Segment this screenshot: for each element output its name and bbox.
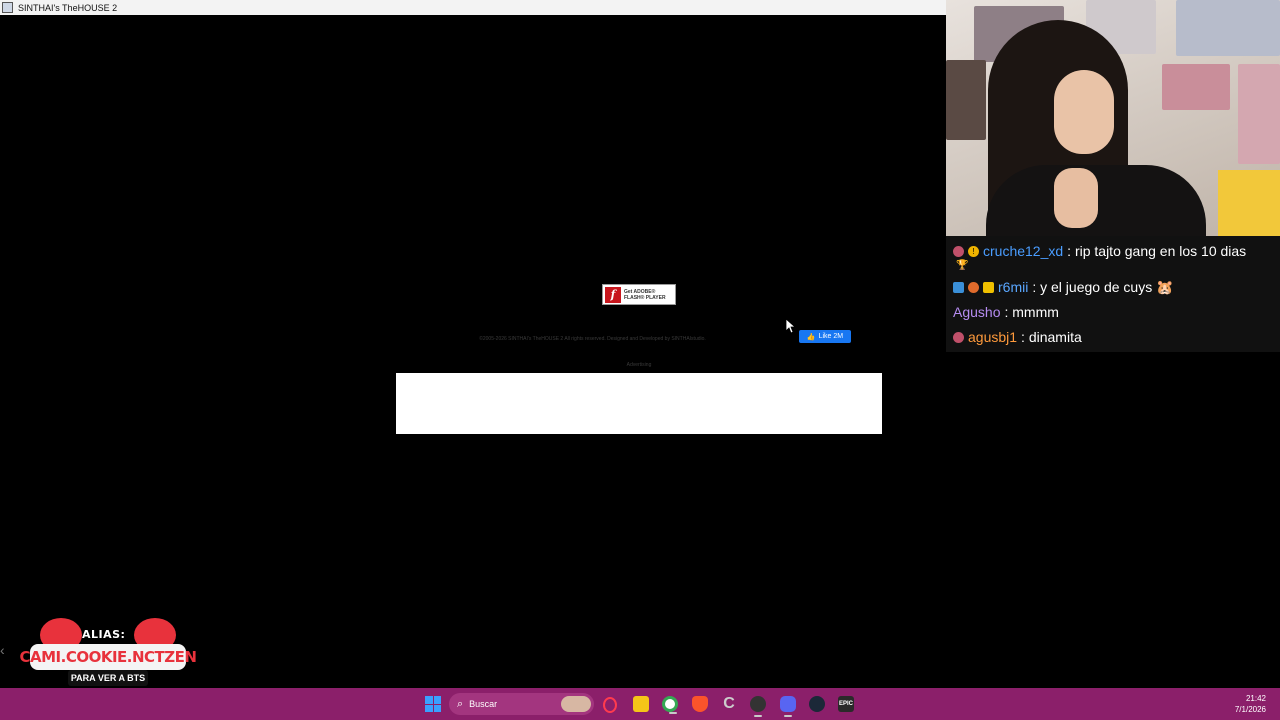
chat-message: Agusho : mmmm — [953, 303, 1280, 321]
clock-date: 7/1/2026 — [1234, 705, 1266, 714]
file-explorer-icon[interactable] — [633, 696, 649, 712]
get-flash-player-button[interactable]: f Get ADOBE® FLASH® PLAYER — [602, 284, 676, 305]
advertising-label: Advertising — [626, 362, 652, 368]
chat-username[interactable]: r6mii — [998, 278, 1028, 296]
chevron-left-icon[interactable]: ‹ — [0, 642, 12, 662]
chat-username[interactable]: Agusho — [953, 303, 1000, 321]
badge-icon — [953, 245, 964, 257]
crown-badge-icon — [983, 281, 994, 293]
search-highlight-image — [561, 696, 591, 712]
clock-time: 21:42 — [1245, 694, 1266, 703]
window-title: SINTHAI's TheHOUSE 2 — [18, 2, 118, 13]
system-clock[interactable]: 21:42 7/1/2026 — [1206, 693, 1266, 715]
webcam-feed — [946, 0, 1280, 236]
chat-text: : y el juego de cuys 🐹 — [1032, 279, 1174, 295]
badge-icon — [953, 331, 964, 343]
overlay-alias: ALIAS: — [82, 628, 126, 641]
search-label: Buscar — [469, 699, 498, 709]
chat-username[interactable]: cruche12_xd — [983, 242, 1063, 260]
brave-icon[interactable] — [692, 696, 708, 712]
facebook-like-button[interactable]: 👍 Like 2M — [799, 330, 851, 343]
chat-emote: 🏆 — [956, 260, 969, 271]
window-titlebar[interactable]: SINTHAI's TheHOUSE 2 — [0, 0, 946, 15]
wall-poster — [1176, 0, 1280, 56]
chat-username[interactable]: agusbj1 — [968, 328, 1017, 346]
stream-overlay-logo: ALIAS: CAMI.COOKIE.NCTZEN PARA VER A BTS — [20, 618, 197, 696]
chat-message: ! cruche12_xd : rip tajto gang en los 10… — [953, 242, 1280, 260]
chat-panel: ! cruche12_xd : rip tajto gang en los 10… — [946, 236, 1280, 352]
opera-icon[interactable] — [603, 697, 617, 713]
chat-text: : dinamita — [1021, 329, 1082, 345]
flash-icon: f — [605, 286, 621, 303]
overlay-subtitle: PARA VER A BTS — [68, 670, 148, 686]
ad-banner[interactable] — [396, 373, 882, 434]
chat-message: agusbj1 : dinamita — [953, 328, 1280, 346]
overlay-name: CAMI.COOKIE.NCTZEN — [19, 648, 197, 666]
fb-like-label: Like 2M — [818, 333, 844, 340]
yellow-bag — [1218, 170, 1280, 236]
prime-badge-icon — [953, 281, 964, 293]
streamer-hand — [1054, 168, 1098, 228]
search-icon: ⌕ — [457, 697, 464, 710]
thumbs-up-icon: 👍 — [806, 333, 816, 341]
chat-text: : rip tajto gang en los 10 dias — [1067, 243, 1247, 259]
wall-poster — [1162, 64, 1230, 110]
taskbar-search[interactable]: ⌕ Buscar — [449, 693, 594, 715]
windows-start-icon[interactable] — [425, 696, 441, 712]
copyright-text: ©2005-2026 SINTHAI's TheHOUSE 2 All righ… — [479, 336, 706, 342]
steam-icon[interactable] — [809, 696, 825, 712]
chrome-icon[interactable] — [662, 696, 678, 714]
flash-line2: FLASH® PLAYER — [624, 294, 666, 301]
taskbar: ⌕ Buscar C EPIC 21:42 7/1/2026 — [0, 688, 1280, 720]
epic-games-icon[interactable]: EPIC — [838, 696, 854, 712]
streamer-face — [1054, 70, 1114, 154]
discord-icon[interactable] — [780, 696, 796, 717]
wall-poster — [946, 60, 986, 140]
chat-message: r6mii : y el juego de cuys 🐹 — [953, 278, 1280, 296]
ccleaner-icon[interactable]: C — [721, 696, 737, 712]
badge-icon — [968, 281, 979, 293]
wall-poster — [1238, 64, 1280, 164]
chat-text: : mmmm — [1004, 304, 1059, 320]
app-icon — [2, 2, 13, 13]
obs-icon[interactable] — [750, 696, 766, 717]
warning-badge-icon: ! — [968, 245, 979, 257]
